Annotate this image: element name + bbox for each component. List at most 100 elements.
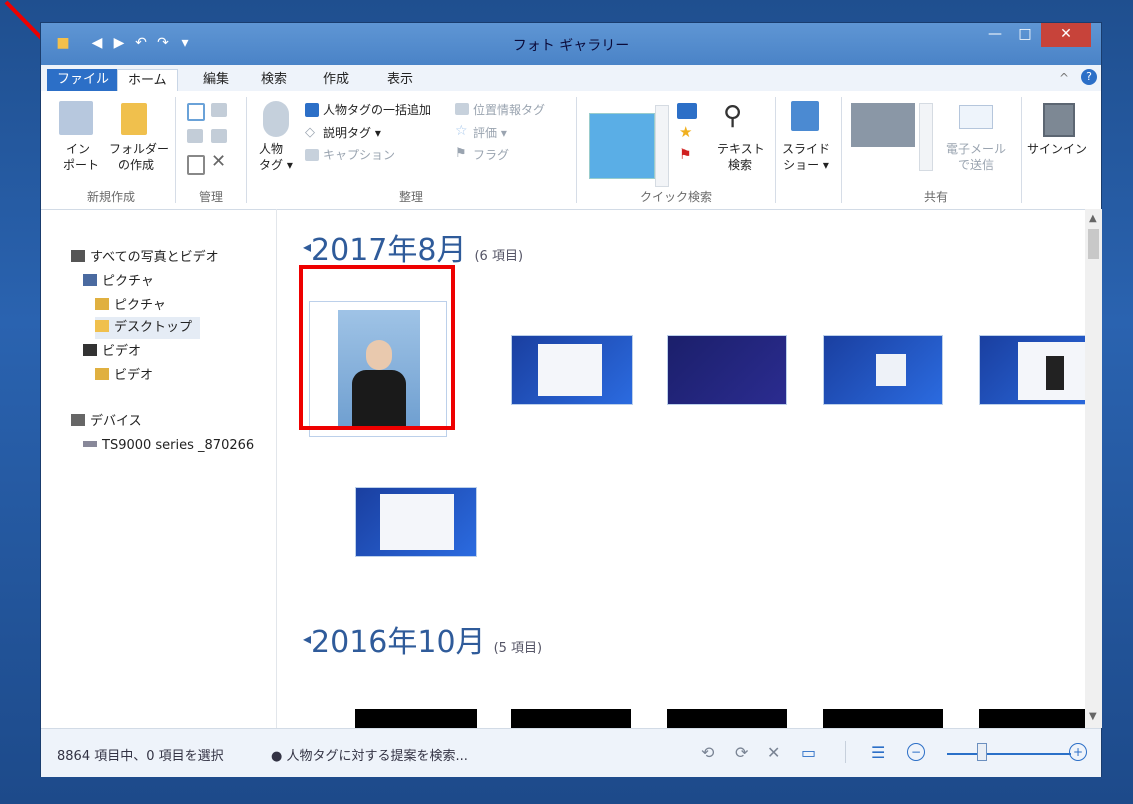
ribbon-separator: [576, 97, 577, 203]
maximize-button[interactable]: □: [1011, 23, 1039, 47]
geotag-icon[interactable]: [455, 103, 469, 115]
flag-icon[interactable]: ⚑: [455, 146, 467, 161]
navigation-pane: すべての写真とビデオ ピクチャ ピクチャ デスクトップ ビデオ ビデオ デバイス…: [41, 209, 277, 728]
screenshot-thumbnail[interactable]: [355, 487, 477, 557]
close-button[interactable]: ✕: [1041, 23, 1091, 47]
screenshot-thumbnail[interactable]: [979, 335, 1085, 405]
onedrive-icon[interactable]: [851, 103, 915, 147]
nav-pictures-library[interactable]: ピクチャ: [83, 271, 154, 293]
binoculars-icon[interactable]: ⚲: [723, 101, 742, 131]
nav-pictures-folder[interactable]: ピクチャ: [95, 295, 166, 317]
tab-view[interactable]: 表示: [377, 69, 423, 91]
zoom-slider-thumb[interactable]: [976, 743, 987, 761]
text-search-button[interactable]: テキスト 検索: [717, 141, 765, 173]
copy-icon[interactable]: [187, 129, 203, 143]
video-thumbnail[interactable]: [667, 709, 787, 728]
help-icon[interactable]: ?: [1081, 69, 1097, 85]
folder-icon[interactable]: [121, 103, 147, 135]
tab-file[interactable]: ファイル: [47, 69, 120, 91]
select-all-icon[interactable]: [187, 103, 205, 121]
video-thumbnail[interactable]: [823, 709, 943, 728]
minimize-button[interactable]: —: [981, 23, 1009, 47]
slideshow-icon[interactable]: ▭: [801, 743, 816, 762]
signin-button[interactable]: サインイン: [1027, 141, 1087, 157]
screenshot-thumbnail[interactable]: [667, 335, 787, 405]
nav-scanner[interactable]: TS9000 series _870266: [83, 435, 254, 457]
rotate-right-icon[interactable]: ⟳: [735, 743, 748, 762]
window-title: フォト ギャラリー: [512, 38, 630, 54]
screenshot-thumbnail[interactable]: [823, 335, 943, 405]
nav-devices[interactable]: デバイス: [71, 411, 142, 433]
gallery-scroll[interactable]: [655, 105, 669, 187]
tab-home[interactable]: ホーム: [117, 69, 178, 92]
details-view-icon[interactable]: ☰: [871, 743, 885, 762]
email-button[interactable]: 電子メール で送信: [941, 141, 1011, 173]
ribbon: イン ポート フォルダー の作成 新規作成 ✕ 管理 人物 タグ ▾ 人物タグの一括追…: [41, 91, 1101, 210]
flag-button[interactable]: フラグ: [473, 147, 509, 163]
group-label-quick-search: クイック検索: [639, 190, 712, 204]
rating-filter-icon[interactable]: ★: [679, 123, 692, 141]
people-filter-icon[interactable]: [589, 113, 655, 179]
window-shape: [380, 494, 454, 550]
portrait-shape: [1046, 356, 1064, 390]
rating-button[interactable]: 評価 ▾: [473, 125, 507, 141]
nav-all-photos-videos[interactable]: すべての写真とビデオ: [71, 247, 219, 269]
share-gallery-scroll[interactable]: [919, 103, 933, 171]
ribbon-tabs: ファイル ホーム 編集 検索 作成 表示 ^ ?: [41, 65, 1101, 92]
batch-people-tag[interactable]: 人物タグの一括追加: [323, 102, 431, 118]
tag-icon[interactable]: ◇: [305, 125, 315, 140]
folder-icon: [95, 298, 109, 310]
collapse-icon: ◂: [303, 237, 312, 256]
video-thumbnail[interactable]: [355, 709, 477, 728]
nav-videos-folder[interactable]: ビデオ: [95, 365, 153, 387]
caption-icon[interactable]: [305, 149, 319, 161]
nav-videos-library[interactable]: ビデオ: [83, 341, 141, 363]
group-label-new: 新規作成: [86, 190, 135, 204]
rotate-left-icon[interactable]: [211, 103, 227, 117]
slideshow-button[interactable]: スライド ショー ▾: [781, 141, 831, 173]
flag-filter-icon[interactable]: ⚑: [679, 147, 692, 163]
tab-create[interactable]: 作成: [313, 69, 359, 91]
film-icon: [83, 344, 97, 356]
email-icon[interactable]: [959, 105, 993, 129]
video-thumbnail[interactable]: [979, 709, 1085, 728]
star-icon[interactable]: ☆: [455, 123, 468, 139]
slideshow-icon[interactable]: [791, 101, 819, 131]
zoom-out-icon[interactable]: −: [907, 743, 925, 761]
zoom-slider[interactable]: [947, 753, 1071, 755]
selection-status: 8864 項目中、0 項目を選択: [57, 749, 224, 764]
calendar-icon[interactable]: [677, 103, 697, 119]
paste-icon[interactable]: [187, 155, 205, 175]
nav-desktop-folder[interactable]: デスクトップ: [95, 317, 201, 339]
rotate-left-icon[interactable]: ⟲: [701, 743, 714, 762]
group-header-2016-10[interactable]: ◂2016年10月 (5 項目): [303, 617, 542, 661]
import-icon[interactable]: [59, 101, 93, 135]
people-tag-button[interactable]: 人物 タグ ▾: [259, 141, 293, 173]
tab-find[interactable]: 検索: [251, 69, 297, 91]
scroll-down-icon[interactable]: ▼: [1089, 711, 1097, 722]
tab-edit[interactable]: 編集: [193, 69, 239, 91]
group-header-2017-08[interactable]: ◂2017年8月 (6 項目): [303, 225, 523, 269]
scroll-thumb[interactable]: [1088, 229, 1099, 259]
delete-icon[interactable]: ✕: [211, 151, 226, 172]
screenshot-thumbnail[interactable]: [511, 335, 633, 405]
scroll-up-icon[interactable]: ▲: [1089, 213, 1097, 224]
create-folder-button[interactable]: フォルダー の作成: [109, 141, 169, 173]
geotag-button[interactable]: 位置情報タグ: [473, 102, 545, 118]
delete-icon[interactable]: ✕: [767, 743, 780, 762]
import-button[interactable]: イン ポート: [63, 141, 99, 173]
signin-icon[interactable]: [1043, 103, 1075, 137]
scanner-icon: [83, 441, 97, 447]
ribbon-separator: [841, 97, 842, 203]
description-tag[interactable]: 説明タグ ▾: [323, 125, 381, 141]
vertical-scrollbar[interactable]: ▲ ▼: [1085, 209, 1102, 728]
person-icon[interactable]: [263, 101, 289, 137]
zoom-in-icon[interactable]: +: [1069, 743, 1087, 761]
caption-button[interactable]: キャプション: [323, 147, 395, 163]
collapse-ribbon-icon[interactable]: ^: [1059, 71, 1069, 85]
video-thumbnail[interactable]: [511, 709, 631, 728]
rotate-right-icon[interactable]: [211, 129, 227, 143]
collapse-icon: ◂: [303, 629, 312, 648]
people-suggest-link[interactable]: ● 人物タグに対する提案を検索...: [271, 745, 468, 764]
batch-people-icon[interactable]: [305, 103, 319, 117]
